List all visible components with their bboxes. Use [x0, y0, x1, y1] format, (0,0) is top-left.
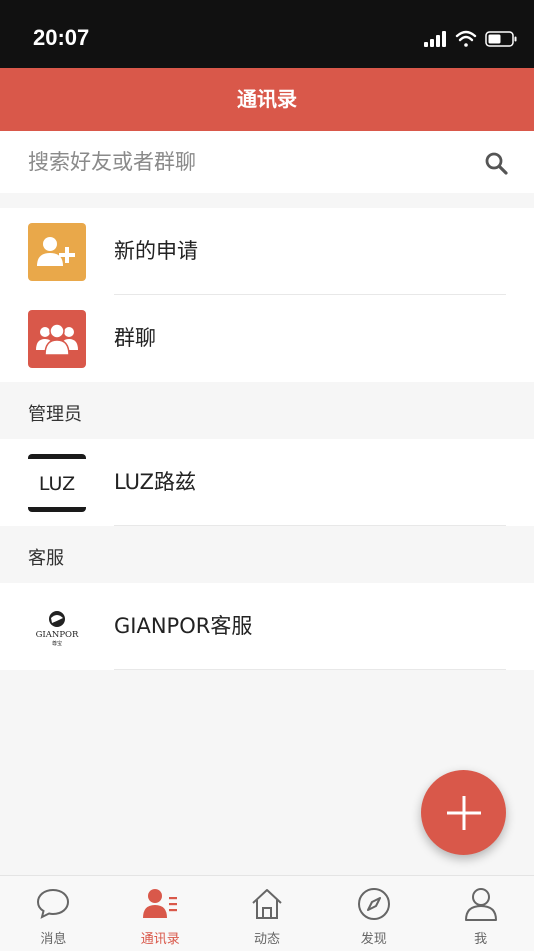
tab-me[interactable]: 我 — [427, 876, 534, 951]
chat-bubble-icon — [37, 888, 70, 919]
svg-text:LUZ: LUZ — [39, 473, 75, 495]
section-title: 客服 — [28, 548, 64, 569]
admin-list: LUZ LUZ路兹 — [0, 439, 534, 526]
home-icon — [252, 889, 282, 919]
gianpor-logo: GIANPOR 尊宝 — [36, 611, 79, 647]
tab-label: 我 — [474, 932, 488, 947]
compass-icon — [357, 888, 390, 920]
signal-icon — [424, 31, 446, 47]
divider — [114, 669, 506, 670]
list-item-new-request[interactable]: 新的申请 — [0, 208, 534, 295]
list-item-contact[interactable]: GIANPOR 尊宝 GIANPOR客服 — [0, 583, 534, 670]
add-button[interactable] — [421, 770, 506, 855]
battery-icon — [485, 31, 517, 47]
tab-label: 动态 — [253, 932, 280, 947]
status-bar: 20:07 — [0, 0, 534, 68]
nav-bar: 通讯录 — [0, 68, 534, 131]
group-chat-avatar — [28, 310, 86, 368]
tab-discover[interactable]: 发现 — [320, 876, 427, 951]
gianpor-avatar: GIANPOR 尊宝 — [28, 598, 86, 656]
search-input[interactable] — [28, 143, 468, 181]
status-icons — [424, 30, 517, 47]
quick-actions-list: 新的申请 群聊 — [0, 208, 534, 382]
svg-text:GIANPOR: GIANPOR — [36, 630, 79, 640]
contact-name: GIANPOR客服 — [114, 614, 253, 638]
tab-contacts[interactable]: 通讯录 — [107, 876, 214, 951]
tab-label: 消息 — [40, 932, 67, 947]
list-item-contact[interactable]: LUZ LUZ路兹 — [0, 439, 534, 526]
luz-logo: LUZ — [28, 454, 86, 512]
list-item-group-chat[interactable]: 群聊 — [0, 295, 534, 382]
profile-icon — [464, 888, 497, 921]
section-title: 管理员 — [28, 404, 82, 425]
group-chat-label: 群聊 — [114, 326, 156, 350]
tab-bar: 消息 通讯录 动态 发现 我 — [0, 875, 534, 951]
search-icon[interactable] — [484, 151, 508, 175]
new-request-avatar — [28, 223, 86, 281]
contacts-icon — [143, 889, 178, 918]
add-user-icon — [37, 237, 75, 266]
section-header-admin: 管理员 — [0, 382, 534, 439]
plus-icon — [446, 795, 481, 830]
group-icon — [36, 323, 78, 356]
support-list: GIANPOR 尊宝 GIANPOR客服 — [0, 583, 534, 670]
contact-name: LUZ路兹 — [114, 470, 197, 494]
tab-moments[interactable]: 动态 — [214, 876, 321, 951]
svg-text:尊宝: 尊宝 — [52, 640, 62, 647]
page-title: 通讯录 — [237, 87, 297, 111]
section-header-support: 客服 — [0, 526, 534, 583]
luz-avatar: LUZ — [28, 454, 86, 512]
tab-messages[interactable]: 消息 — [0, 876, 107, 951]
status-time: 20:07 — [33, 25, 90, 50]
wifi-icon — [455, 30, 477, 47]
search-bar[interactable] — [0, 131, 534, 193]
tab-label: 通讯录 — [140, 932, 180, 947]
tab-label: 发现 — [360, 932, 387, 947]
new-request-label: 新的申请 — [114, 239, 198, 263]
